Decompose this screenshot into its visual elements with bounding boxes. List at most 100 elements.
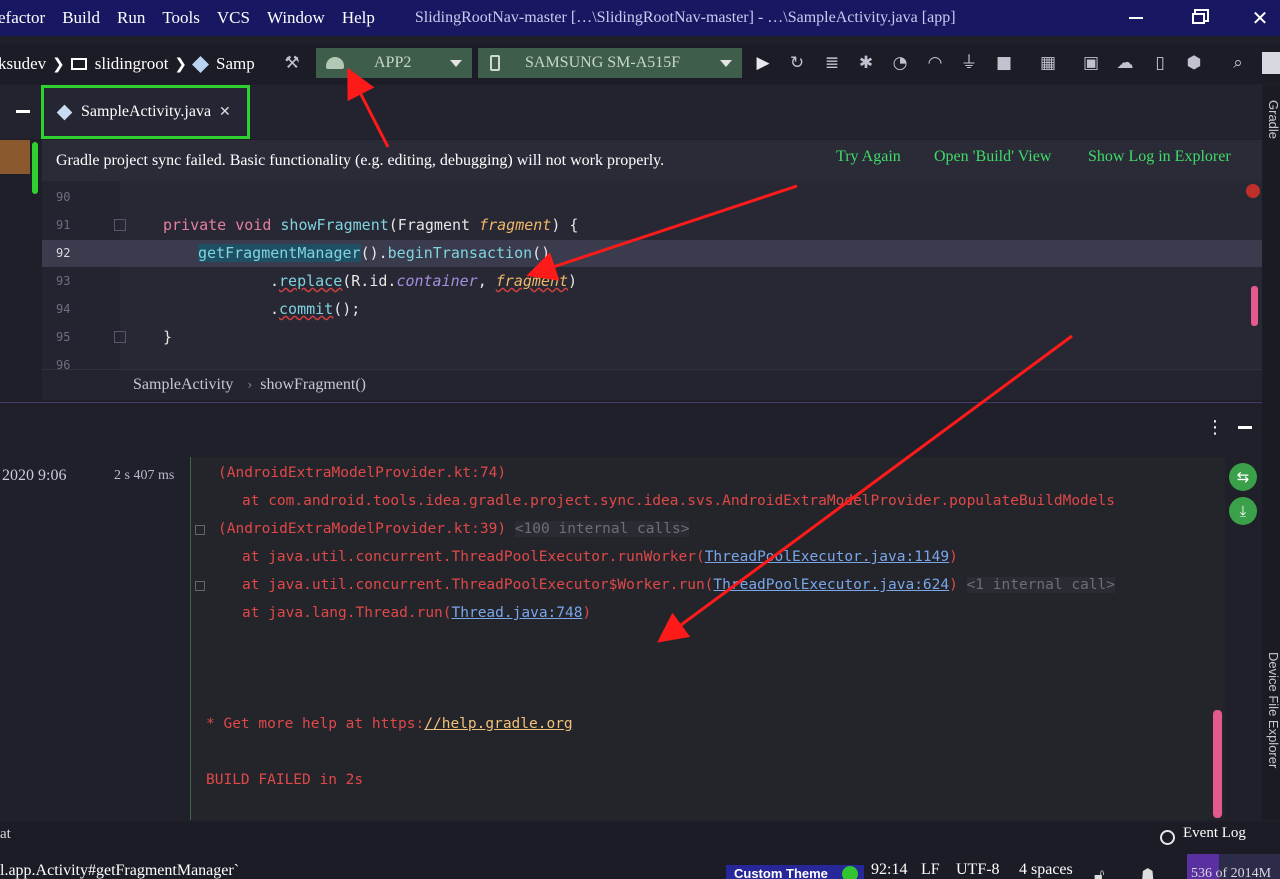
event-log-icon[interactable] [1160,830,1175,845]
console-scrollbar[interactable] [1213,710,1222,818]
hide-panel-icon[interactable] [1238,426,1252,429]
editor-tab-active[interactable]: SampleActivity.java ✕ [41,85,250,139]
avd-manager-icon[interactable]: ☁ [1115,53,1135,73]
editor-scrollbar[interactable] [1251,286,1258,326]
device-file-explorer-tab[interactable]: Device File Explorer [1266,652,1280,768]
gradle-help-link[interactable]: //help.gradle.org [424,716,572,732]
breadcrumb-module-label: slidingroot [94,54,169,73]
line-number: 94 [56,302,71,316]
console-line: * Get more help at https://help.gradle.o… [206,716,573,732]
theme-indicator-icon [842,866,858,879]
gradle-tool-tab[interactable]: Gradle [1266,100,1280,139]
try-again-link[interactable]: Try Again [836,148,901,166]
chevron-down-icon [450,60,462,67]
menu-build[interactable]: Build [62,8,100,28]
device-manager-icon[interactable]: ▯ [1150,53,1170,73]
open-build-view-link[interactable]: Open 'Build' View [934,148,1051,166]
caret-position[interactable]: 92:14 [871,861,907,879]
menu-tools[interactable]: Tools [162,8,200,28]
apply-changes-icon[interactable]: ↻ [787,53,807,73]
close-icon: ✕ [1251,6,1269,30]
code-line-91: private void showFragment(Fragment fragm… [163,216,579,234]
coverage-icon[interactable]: ◔ [890,53,910,73]
sdk-manager-icon[interactable]: ⬢ [1184,53,1204,73]
menu-vcs[interactable]: VCS [217,8,250,28]
inspector-icon[interactable]: ☗ [1141,865,1154,879]
more-options-icon[interactable]: ⋮ [1206,419,1224,437]
menu-refactor[interactable]: efactor [0,8,45,28]
scroll-marker [32,142,38,194]
error-indicator-icon[interactable] [1246,184,1260,198]
breadcrumb-file-label: Samp [216,54,255,73]
line-separator[interactable]: LF [921,861,940,879]
build-output-console[interactable] [190,457,1225,820]
breadcrumb-method[interactable]: showFragment() [260,376,366,394]
menu-run[interactable]: Run [117,8,145,28]
build-failed-text: BUILD FAILED in 2s [206,772,364,788]
menu-help[interactable]: Help [342,8,375,28]
collapse-icon[interactable] [16,110,30,113]
chevron-down-icon [720,60,732,67]
breadcrumb-module[interactable]: slidingroot [70,54,169,74]
internal-calls-fold[interactable]: <100 internal calls> [514,521,690,537]
line-number: 91 [56,218,71,232]
project-tool-stripe[interactable] [0,140,30,174]
console-line: (AndroidExtraModelProvider.kt:74) [218,465,507,481]
apply-code-changes-icon[interactable]: ≣ [822,53,842,73]
build-timestamp: 2020 9:06 [2,467,67,484]
show-log-link[interactable]: Show Log in Explorer [1088,148,1231,166]
profile-icon[interactable]: ◠ [925,53,945,73]
debug-icon[interactable]: ✱ [856,53,876,73]
breadcrumb-file[interactable]: Samp [192,54,255,74]
status-message: l.app.Activity#getFragmentManager` [0,862,240,879]
device-select[interactable]: SAMSUNG SM-A515F [478,48,742,78]
code-line-95: } [163,328,173,346]
lock-icon[interactable]: 🔓︎ [1094,865,1104,879]
internal-calls-fold[interactable]: <1 internal call> [966,577,1115,593]
attach-debugger-icon[interactable]: ⏚ [959,53,979,73]
indent-setting[interactable]: 4 spaces [1019,861,1073,879]
stop-icon[interactable]: ■ [994,53,1014,73]
console-line: at java.util.concurrent.ThreadPoolExecut… [242,549,958,565]
stacktrace-link[interactable]: ThreadPoolExecutor.java:1149 [705,549,949,565]
restore-button[interactable] [1168,0,1228,36]
close-tab-icon[interactable]: ✕ [219,104,231,120]
run-icon[interactable]: ▶ [753,53,773,73]
chevron-right-icon: ❯ [52,55,65,73]
build-duration: 2 s 407 ms [114,468,175,483]
event-log-tab[interactable]: Event Log [1183,825,1246,842]
console-line: at java.util.concurrent.ThreadPoolExecut… [242,577,1115,593]
expand-icon[interactable] [195,525,205,535]
chevron-right-icon: › [247,378,253,392]
console-line: at java.lang.Thread.run(Thread.java:748) [242,605,592,621]
line-number: 95 [56,330,71,344]
line-number: 92 [56,246,71,260]
scroll-to-end-icon[interactable]: ⤓ [1229,497,1257,525]
avatar[interactable] [1262,52,1280,74]
class-icon [192,55,209,73]
minimize-button[interactable] [1106,0,1166,36]
stacktrace-link[interactable]: ThreadPoolExecutor.java:624 [713,577,949,593]
class-icon [56,104,73,120]
run-config-select[interactable]: APP2 [316,48,472,78]
hammer-icon[interactable]: ⚒ [282,53,302,73]
file-encoding[interactable]: UTF-8 [956,861,1000,879]
expand-icon[interactable] [195,581,205,591]
editor-breadcrumbs: SampleActivity › showFragment() [42,369,1262,400]
stacktrace-link[interactable]: Thread.java:748 [452,605,583,621]
layout-icon[interactable]: ▦ [1038,53,1058,73]
breadcrumb-project[interactable]: ksudev [0,54,46,74]
fold-icon[interactable] [114,331,126,343]
console-line: at com.android.tools.idea.gradle.project… [242,493,1115,509]
code-line-94: .commit(); [270,300,361,318]
menu-window[interactable]: Window [267,8,325,28]
close-window-button[interactable]: ✕ [1230,0,1280,36]
breadcrumb-class[interactable]: SampleActivity [133,376,233,394]
search-icon[interactable]: ⌕ [1228,53,1248,73]
banner-message: Gradle project sync failed. Basic functi… [56,151,665,169]
window-title: SlidingRootNav-master […\SlidingRootNav-… [414,9,956,26]
terminal-icon[interactable]: ▣ [1081,53,1101,73]
restore-icon [1191,12,1205,24]
fold-icon[interactable] [114,219,126,231]
soft-wrap-icon[interactable]: ⇆ [1229,463,1257,491]
